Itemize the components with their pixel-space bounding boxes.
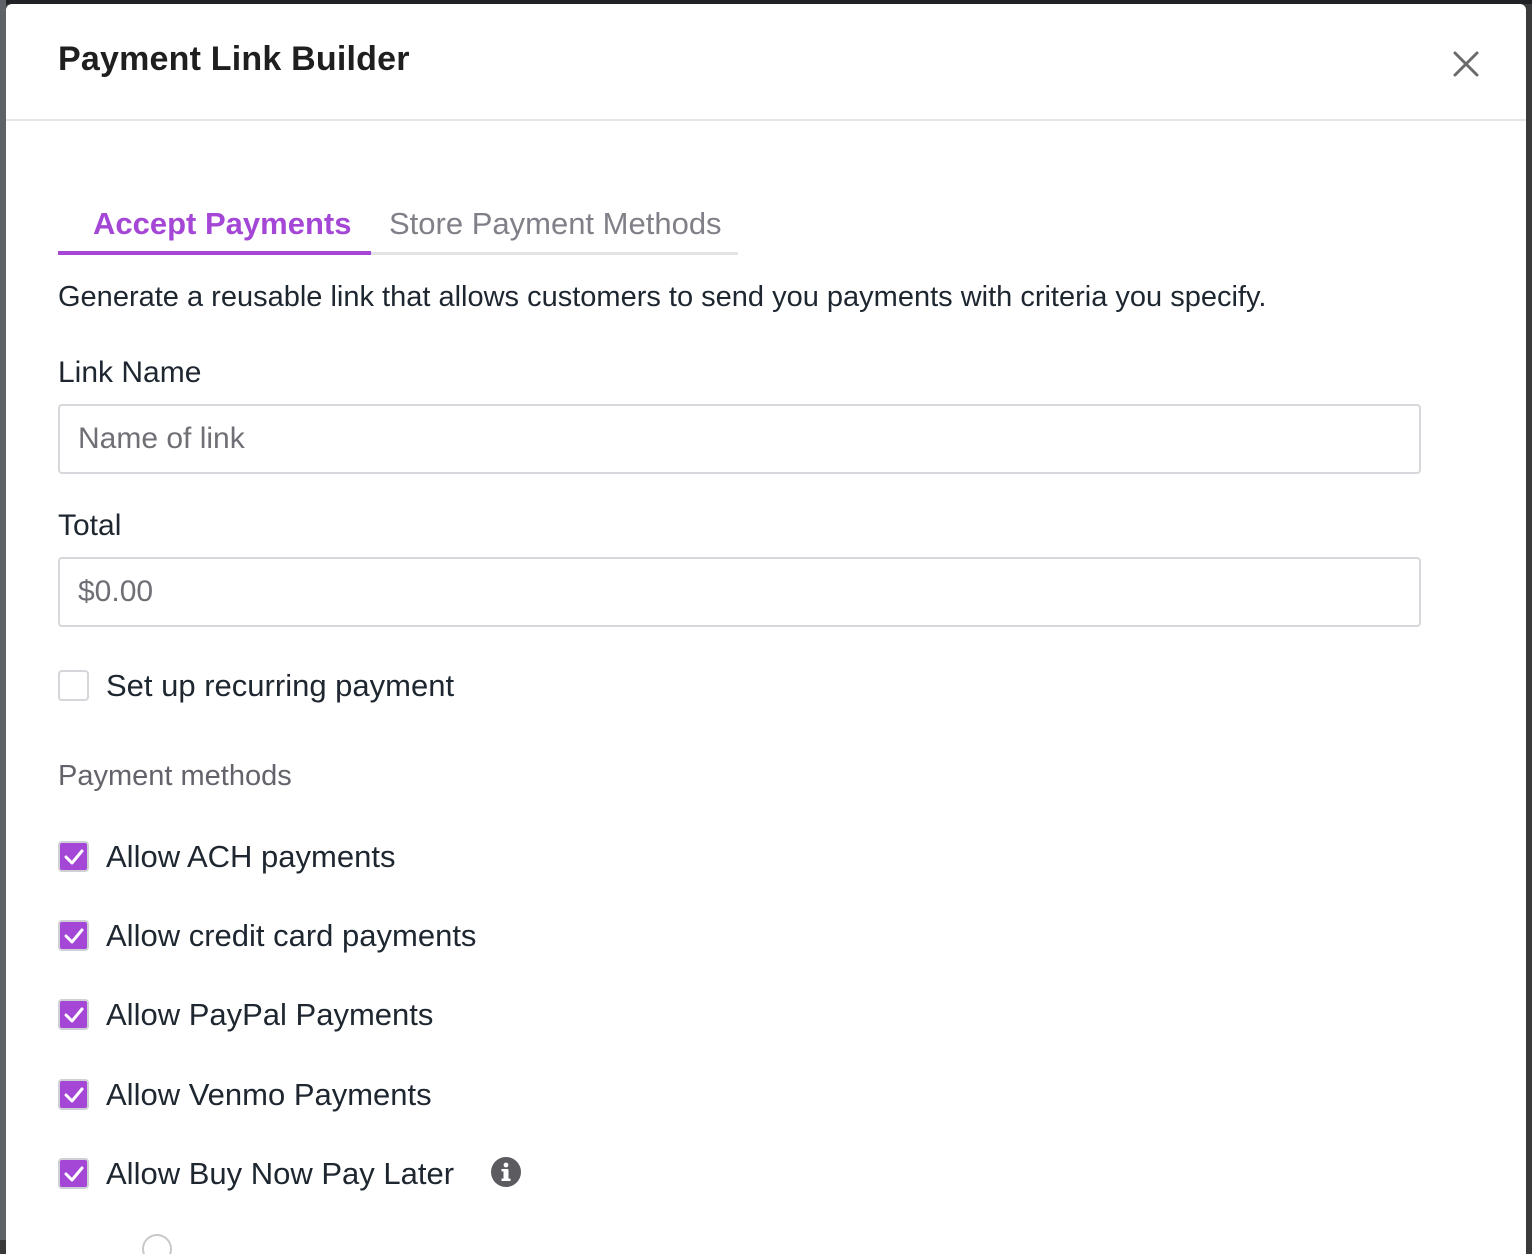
buy-now-pay-later-checkbox[interactable] <box>58 1158 89 1189</box>
credit-card-payment-checkbox[interactable] <box>58 920 89 951</box>
paypal-payment-checkbox[interactable] <box>58 999 89 1030</box>
checkmark-icon <box>64 1007 84 1023</box>
checkmark-icon <box>64 1166 84 1182</box>
paypal-payment-label: Allow PayPal Payments <box>106 997 434 1032</box>
recurring-payment-checkbox[interactable] <box>58 670 89 701</box>
close-button[interactable] <box>1448 46 1484 82</box>
credit-card-payment-label: Allow credit card payments <box>106 918 477 953</box>
radio-button-partial[interactable] <box>142 1234 172 1254</box>
active-tab-indicator <box>58 251 371 255</box>
tab-label: Store Payment Methods <box>389 206 722 241</box>
venmo-payment-checkbox[interactable] <box>58 1079 89 1110</box>
payment-methods-heading: Payment methods <box>58 760 292 792</box>
close-icon <box>1453 51 1479 77</box>
recurring-payment-label: Set up recurring payment <box>106 668 455 703</box>
tab-store-payment-methods[interactable]: Store Payment Methods <box>389 194 738 256</box>
ach-payment-checkbox[interactable] <box>58 841 89 872</box>
info-icon[interactable] <box>490 1156 522 1188</box>
total-label: Total <box>58 509 122 542</box>
tab-bar: Accept Payments Store Payment Methods <box>58 194 738 256</box>
modal-title: Payment Link Builder <box>58 40 410 78</box>
venmo-payment-label: Allow Venmo Payments <box>106 1077 432 1112</box>
checkmark-icon <box>64 849 84 865</box>
description-text: Generate a reusable link that allows cus… <box>58 281 1267 313</box>
checkmark-icon <box>64 1087 84 1103</box>
link-name-input[interactable] <box>58 404 1421 474</box>
buy-now-pay-later-label: Allow Buy Now Pay Later <box>106 1156 455 1191</box>
tab-accept-payments[interactable]: Accept Payments <box>58 194 371 256</box>
total-input[interactable] <box>58 557 1421 627</box>
tab-label: Accept Payments <box>93 206 352 241</box>
checkmark-icon <box>64 928 84 944</box>
modal-header: Payment Link Builder <box>6 4 1526 121</box>
ach-payment-label: Allow ACH payments <box>106 839 396 874</box>
link-name-label: Link Name <box>58 356 202 389</box>
payment-link-modal: Payment Link Builder Accept Payments Sto… <box>6 4 1526 1254</box>
